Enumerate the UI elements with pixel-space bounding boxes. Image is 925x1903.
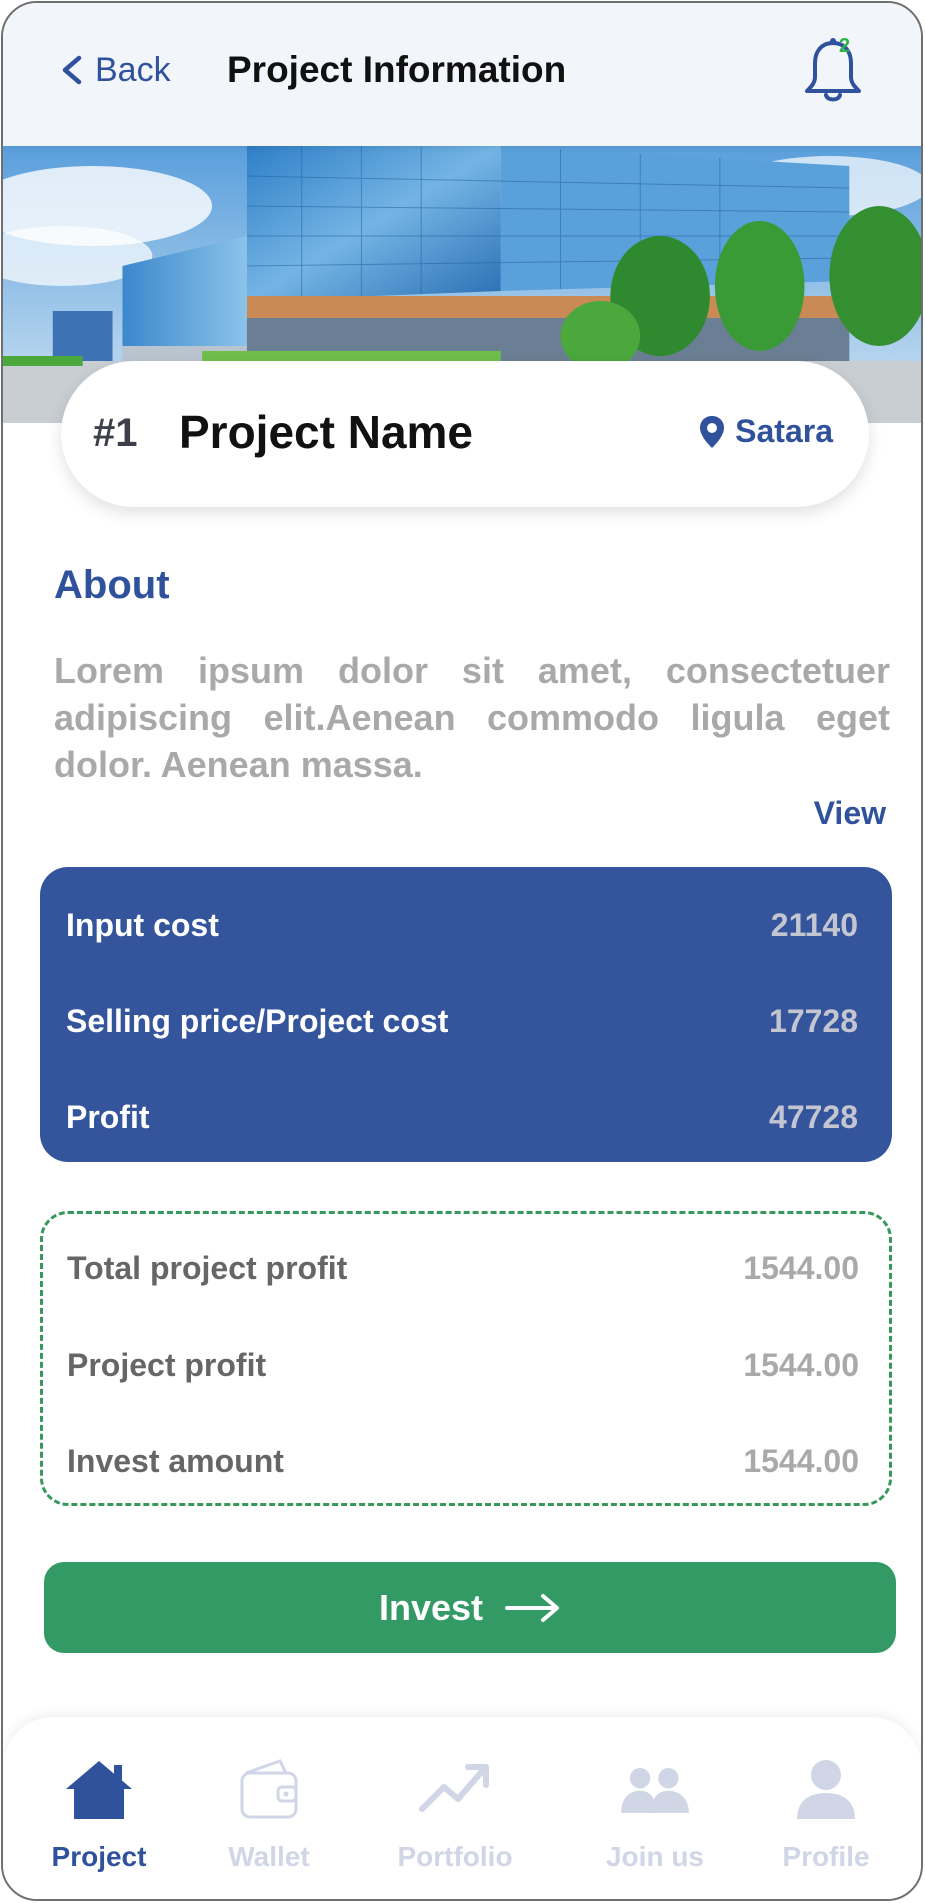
- invest-button[interactable]: Invest: [44, 1562, 896, 1653]
- cost-row-profit: Profit 47728: [66, 1097, 858, 1137]
- profit-value: 1544.00: [743, 1346, 859, 1383]
- page-title: Project Information: [227, 49, 567, 90]
- app-screen: Back Project Information 2 #1 Project Na…: [1, 1, 923, 1901]
- users-icon: [621, 1767, 689, 1813]
- cost-label: Selling price/Project cost: [66, 1002, 449, 1039]
- nav-item-profile[interactable]: Profile: [756, 1757, 896, 1897]
- profit-value: 1544.00: [743, 1249, 859, 1286]
- bottom-navigation: Project Wallet Portfolio Join us Profile: [3, 1717, 921, 1899]
- project-name-card: #1 Project Name Satara: [61, 361, 869, 507]
- cost-value: 21140: [770, 906, 858, 943]
- invest-label: Invest: [378, 1586, 484, 1628]
- nav-label: Portfolio: [397, 1841, 513, 1872]
- about-heading: About: [54, 563, 170, 607]
- profit-summary-card: Total project profit 1544.00 Project pro…: [40, 1211, 892, 1506]
- view-link[interactable]: View: [814, 795, 886, 832]
- cost-value: 47728: [769, 1098, 858, 1135]
- back-button[interactable]: Back: [59, 47, 171, 93]
- notification-badge: 2: [839, 35, 851, 57]
- cost-value: 17728: [769, 1002, 858, 1039]
- location-pin-icon: [700, 415, 725, 448]
- profit-label: Total project profit: [67, 1249, 348, 1286]
- project-number: #1: [93, 411, 138, 455]
- project-name: Project Name: [179, 406, 474, 458]
- profit-label: Project profit: [67, 1346, 267, 1383]
- notification-button[interactable]: 2: [801, 35, 871, 107]
- profit-row-project: Project profit 1544.00: [67, 1345, 859, 1385]
- nav-item-join-us[interactable]: Join us: [585, 1757, 725, 1897]
- cost-summary-card: Input cost 21140 Selling price/Project c…: [40, 867, 892, 1162]
- back-label: Back: [95, 50, 171, 89]
- nav-item-portfolio[interactable]: Portfolio: [385, 1757, 525, 1897]
- nav-label: Wallet: [228, 1841, 310, 1872]
- nav-label: Join us: [605, 1841, 704, 1872]
- profit-row-invest-amount: Invest amount 1544.00: [67, 1441, 859, 1481]
- cost-label: Input cost: [66, 906, 219, 943]
- wallet-icon: [240, 1759, 298, 1819]
- bell-icon: [805, 38, 861, 102]
- arrow-right-icon: [505, 1593, 560, 1622]
- cost-row-selling-price: Selling price/Project cost 17728: [66, 1001, 858, 1041]
- profit-value: 1544.00: [743, 1442, 859, 1479]
- about-description: Lorem ipsum dolor sit amet, consectetuer…: [54, 650, 890, 785]
- profit-label: Invest amount: [67, 1442, 284, 1479]
- top-header: Back Project Information 2: [3, 3, 921, 146]
- chevron-left-icon: [62, 55, 82, 85]
- cost-label: Profit: [66, 1098, 150, 1135]
- nav-item-wallet[interactable]: Wallet: [199, 1757, 339, 1897]
- nav-label: Project: [51, 1841, 147, 1872]
- nav-label: Profile: [782, 1841, 870, 1872]
- user-icon: [797, 1760, 855, 1819]
- location-label: Satara: [735, 413, 833, 449]
- trending-up-icon: [419, 1764, 489, 1812]
- profit-row-total: Total project profit 1544.00: [67, 1248, 859, 1288]
- cost-row-input-cost: Input cost 21140: [66, 905, 858, 945]
- nav-item-project[interactable]: Project: [29, 1757, 169, 1897]
- home-icon: [66, 1761, 132, 1819]
- project-location: Satara: [699, 413, 833, 450]
